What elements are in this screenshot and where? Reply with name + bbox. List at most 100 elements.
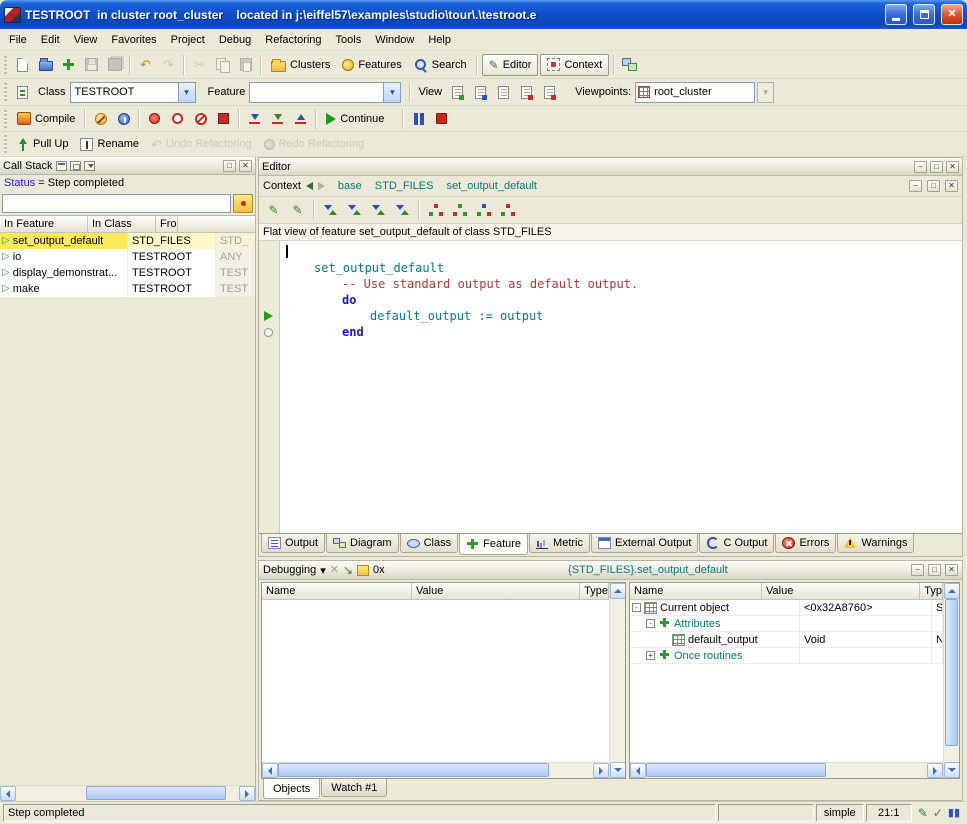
editor-header[interactable]: Editor − □ ✕ <box>259 158 962 176</box>
code-line[interactable]: end <box>280 324 962 340</box>
scroll-down-button[interactable] <box>610 762 626 778</box>
editor-tab[interactable]: Output <box>261 534 325 553</box>
scroll-thumb[interactable] <box>945 599 958 746</box>
redo-button[interactable]: ↷ <box>157 54 180 76</box>
undo-button[interactable]: ↶ <box>134 54 157 76</box>
stop-button[interactable] <box>430 108 453 130</box>
column-header[interactable]: Typ <box>920 583 943 599</box>
call-stack-row[interactable]: ▷ io TESTROOT ANY <box>0 249 255 265</box>
rename-button[interactable]: Rename <box>74 133 145 155</box>
toolbar-grip[interactable] <box>4 83 7 101</box>
breakpoint-slot-icon[interactable] <box>264 328 273 337</box>
cut-button[interactable]: ✂ <box>188 54 211 76</box>
scroll-track[interactable] <box>646 763 927 778</box>
search-button[interactable]: Search <box>408 54 473 76</box>
clusters-button[interactable]: Clusters <box>265 54 336 76</box>
context-maximize-button[interactable]: □ <box>927 180 940 192</box>
editor-tab[interactable]: Errors <box>775 534 836 553</box>
debugging-tab[interactable]: Watch #1 <box>321 779 387 797</box>
scroll-thumb[interactable] <box>86 786 226 800</box>
step-into-button[interactable] <box>266 108 289 130</box>
enable-breakpoints-button[interactable] <box>143 108 166 130</box>
code-area[interactable]: set_output_default-- Use standard output… <box>280 241 962 533</box>
title-bar[interactable]: TESTROOT in cluster root_cluster located… <box>0 0 967 29</box>
back-icon[interactable] <box>306 182 313 190</box>
object-tree-row[interactable]: -Current object<0x32A8760>STD_ <box>630 600 943 616</box>
column-header[interactable]: Value <box>762 583 920 599</box>
show-callees-button[interactable] <box>391 199 414 221</box>
collapse-icon[interactable]: - <box>632 603 641 612</box>
edit-feature-button[interactable]: ✎ <box>262 199 285 221</box>
scroll-track[interactable] <box>16 786 239 801</box>
step-over-button[interactable] <box>243 108 266 130</box>
menu-item[interactable]: Window <box>368 31 421 49</box>
menu-item[interactable]: Help <box>421 31 458 49</box>
object-tree-row[interactable]: +Once routines <box>630 648 943 664</box>
watch-grid-hscrollbar[interactable] <box>262 762 609 778</box>
editor-tab[interactable]: Class <box>400 534 459 553</box>
editor-tab[interactable]: Diagram <box>326 534 399 553</box>
call-stack-filter-input[interactable] <box>2 194 231 213</box>
scroll-track[interactable] <box>610 599 626 762</box>
copy-button[interactable] <box>211 54 234 76</box>
scroll-left-button[interactable] <box>262 763 278 778</box>
column-header[interactable]: Fro <box>156 216 178 232</box>
call-stack-header[interactable]: Call Stack □ ✕ <box>0 157 255 175</box>
code-line[interactable]: -- Use standard output as default output… <box>280 276 962 292</box>
menu-item[interactable]: Edit <box>34 31 67 49</box>
column-header[interactable]: Name <box>262 583 412 599</box>
close-button[interactable]: ✕ <box>941 4 963 25</box>
scroll-thumb[interactable] <box>646 763 826 777</box>
context-close-button[interactable]: ✕ <box>945 180 958 192</box>
toolbar-grip[interactable] <box>4 110 7 128</box>
ancestor-tree-button[interactable] <box>424 199 447 221</box>
scroll-track[interactable] <box>944 599 960 762</box>
scroll-left-button[interactable] <box>0 786 16 801</box>
open-button[interactable] <box>34 54 57 76</box>
code-line[interactable]: default_output := output <box>280 308 962 324</box>
close-tool-button[interactable]: ✕ <box>239 160 252 172</box>
view-flat-button[interactable] <box>492 81 515 103</box>
minimize-button[interactable] <box>885 4 907 25</box>
toolbar-grip[interactable] <box>4 56 7 74</box>
editor-tab[interactable]: Warnings <box>837 534 914 553</box>
scroll-left-button[interactable] <box>630 763 646 778</box>
call-stack-row[interactable]: ▷ set_output_default STD_FILES STD_ <box>0 233 255 249</box>
add-class-button[interactable] <box>57 54 80 76</box>
call-stack-row[interactable]: ▷ display_demonstrat... TESTROOT TEST <box>0 265 255 281</box>
watch-grid-vscrollbar[interactable] <box>609 583 625 778</box>
editor-tab[interactable]: C Output <box>699 534 774 553</box>
client-tree-button[interactable] <box>496 199 519 221</box>
show-ancestors-button[interactable] <box>319 199 342 221</box>
breakpoint-gutter[interactable] <box>259 241 280 533</box>
scroll-right-button[interactable] <box>239 786 255 801</box>
column-header[interactable]: In Feature <box>0 216 88 232</box>
save-button[interactable] <box>80 54 103 76</box>
editor-tab[interactable]: Feature <box>459 534 528 555</box>
view-contract-button[interactable] <box>515 81 538 103</box>
object-tree-row[interactable]: -Attributes <box>630 616 943 632</box>
scroll-thumb[interactable] <box>278 763 549 777</box>
column-header[interactable]: Name <box>630 583 762 599</box>
menu-item[interactable]: Favorites <box>104 31 163 49</box>
ignore-breakpoints-button[interactable] <box>89 108 112 130</box>
code-line[interactable]: do <box>280 292 962 308</box>
breadcrumb-feature[interactable]: set_output_default <box>446 180 537 192</box>
close-watch-icon[interactable]: ✕ <box>330 565 339 576</box>
objects-grid-vscrollbar[interactable] <box>943 583 959 778</box>
menu-item[interactable]: File <box>2 31 34 49</box>
continue-button[interactable]: Continue <box>320 108 390 130</box>
call-stack-hscrollbar[interactable] <box>0 785 255 801</box>
objects-grid-hscrollbar[interactable] <box>630 762 943 778</box>
object-tree-row[interactable]: default_outputVoidNON <box>630 632 943 648</box>
chevron-down-icon[interactable]: ▾ <box>320 564 326 577</box>
watch-grid-rows[interactable] <box>262 600 609 762</box>
undock-icon[interactable] <box>70 161 81 171</box>
breakpoints-info-button[interactable] <box>112 108 135 130</box>
diagram-tool-button[interactable] <box>618 54 641 76</box>
editor-close-button[interactable]: ✕ <box>946 161 959 173</box>
editor-minimize-button[interactable]: − <box>914 161 927 173</box>
remove-breakpoints-button[interactable] <box>189 108 212 130</box>
show-callers-button[interactable] <box>367 199 390 221</box>
scroll-track[interactable] <box>278 763 593 778</box>
